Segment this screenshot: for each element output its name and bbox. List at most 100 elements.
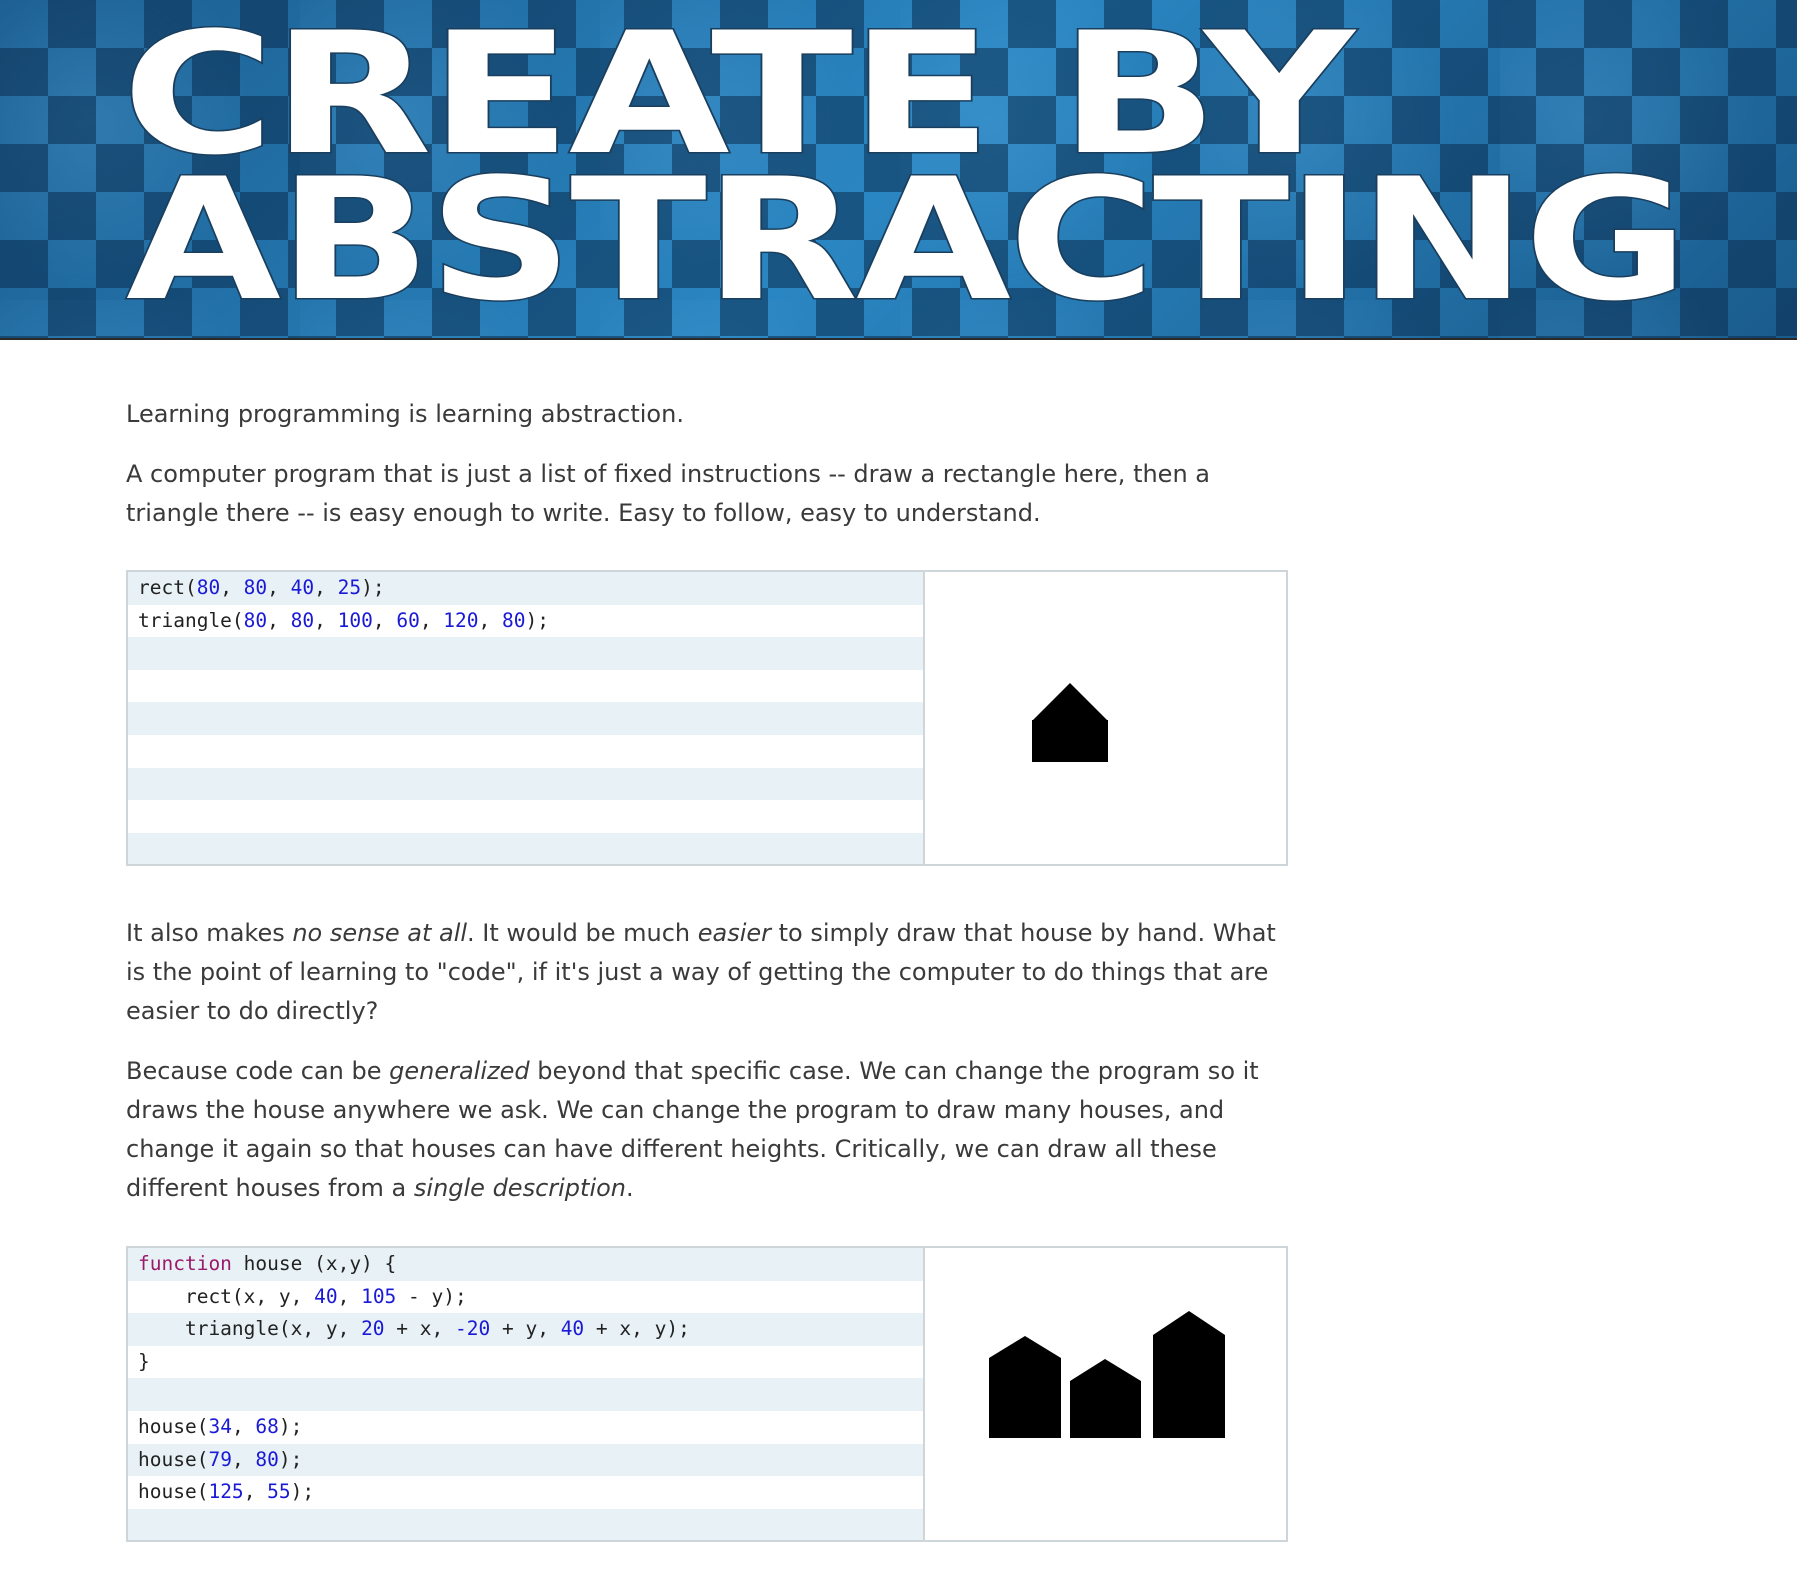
code-editor-2[interactable]: function house (x,y) { rect(x, y, 40, 10… [128, 1248, 925, 1540]
code-token: rect( [138, 576, 197, 599]
intro-section: Learning programming is learning abstrac… [126, 395, 1286, 533]
code-example-2: function house (x,y) { rect(x, y, 40, 10… [126, 1246, 1288, 1542]
intro-paragraph-1: Learning programming is learning abstrac… [126, 400, 684, 428]
code-line[interactable]: function house (x,y) { [128, 1248, 923, 1281]
code-token: ); [361, 576, 385, 599]
code-number-token: 34 [208, 1414, 232, 1438]
code-token: , [372, 608, 397, 632]
house-drawing-1 [1032, 683, 1108, 762]
code-token: house (x,y) { [231, 1252, 397, 1275]
code-line[interactable] [128, 669, 923, 703]
code-token: , [231, 1414, 256, 1438]
code-token: + y, [490, 1317, 561, 1341]
code-number-token: 80 [243, 576, 268, 599]
code-line[interactable] [128, 767, 923, 801]
code-token: rect(x, y, [138, 1284, 315, 1308]
code-token: , [220, 576, 244, 599]
code-line[interactable]: house(34, 68); [128, 1410, 923, 1444]
code-number-token: 79 [208, 1447, 232, 1471]
code-line[interactable] [128, 1508, 923, 1540]
code-token: , [267, 608, 291, 632]
code-number-token: 68 [255, 1414, 279, 1438]
code-number-token: 80 [290, 608, 315, 632]
code-number-token: 40 [314, 1284, 338, 1308]
code-token: triangle( [138, 608, 244, 632]
paragraph-text: It also makes [126, 919, 293, 947]
code-number-token: 60 [396, 608, 420, 632]
code-token: ); [278, 1414, 303, 1438]
paragraph-text: . It would be much [467, 919, 698, 947]
code-token: house( [138, 1414, 209, 1438]
code-token: , [419, 608, 444, 632]
banner-title-line2: ABSTRACTING [126, 142, 1686, 338]
code-number-token: 100 [337, 608, 373, 632]
code-token: + x, [384, 1317, 455, 1341]
code-line[interactable] [128, 702, 923, 735]
code-token: , [314, 576, 338, 599]
code-number-token: -20 [455, 1317, 491, 1341]
code-line[interactable] [128, 1378, 923, 1411]
emphasis-text: single description [413, 1174, 627, 1202]
house-roof [1032, 683, 1108, 721]
banner: CREATE BY ABSTRACTING [0, 0, 1797, 340]
middle-paragraph-2: Because code can be generalized beyond t… [126, 1052, 1286, 1208]
code-number-token: 80 [243, 608, 268, 632]
code-number-token: 80 [502, 608, 526, 632]
code-token: house( [138, 1447, 209, 1471]
code-token: triangle(x, y, [138, 1317, 362, 1341]
code-token: ); [290, 1480, 315, 1504]
banner-art: CREATE BY ABSTRACTING [121, 0, 1690, 338]
code-line[interactable]: house(79, 80); [128, 1443, 923, 1477]
code-line[interactable]: rect(x, y, 40, 105 - y); [128, 1280, 923, 1314]
code-number-token: 125 [208, 1480, 244, 1504]
house-3 [1153, 1311, 1225, 1438]
intro-paragraph-2: A computer program that is just a list o… [126, 460, 1210, 527]
code-token: - y); [396, 1284, 467, 1308]
code-keyword-token: function [138, 1252, 232, 1275]
emphasis-text: easier [697, 919, 772, 947]
emphasis-text: no sense at all [292, 919, 468, 947]
code-token: } [138, 1349, 150, 1373]
code-number-token: 40 [560, 1317, 585, 1341]
code-token: , [243, 1480, 268, 1504]
house-2 [1070, 1359, 1141, 1438]
code-token: , [267, 576, 291, 599]
code-number-token: 105 [361, 1284, 397, 1308]
middle-paragraph-1: It also makes no sense at all. It would … [126, 914, 1286, 1031]
code-line[interactable]: } [128, 1345, 923, 1379]
houses-drawing-2 [989, 1311, 1225, 1438]
code-number-token: 20 [361, 1317, 385, 1341]
code-token: + x, y); [584, 1317, 690, 1341]
code-number-token: 55 [267, 1480, 291, 1504]
code-number-token: 80 [255, 1447, 279, 1471]
code-line[interactable]: triangle(80, 80, 100, 60, 120, 80); [128, 604, 923, 638]
paragraph-text: Because code can be [126, 1057, 390, 1085]
code-line[interactable]: triangle(x, y, 20 + x, -20 + y, 40 + x, … [128, 1313, 923, 1346]
code-number-token: 40 [290, 576, 315, 599]
code-example-1: rect(80, 80, 40, 25); triangle(80, 80, 10… [126, 570, 1288, 866]
code-line[interactable] [128, 734, 923, 768]
emphasis-text: generalized [389, 1057, 530, 1085]
code-line[interactable]: rect(80, 80, 40, 25); [128, 572, 923, 605]
house-1 [989, 1336, 1061, 1438]
middle-section: It also makes no sense at all. It would … [126, 914, 1286, 1208]
code-token: ); [525, 608, 549, 632]
output-canvas-2 [925, 1248, 1286, 1540]
house-body [1032, 720, 1108, 762]
output-canvas-1 [925, 572, 1286, 864]
code-number-token: 25 [337, 576, 362, 599]
code-token: , [314, 608, 338, 632]
code-token: house( [138, 1480, 209, 1504]
code-token: , [478, 608, 503, 632]
code-line[interactable] [128, 832, 923, 864]
paragraph-text: . [626, 1174, 634, 1202]
code-line[interactable]: house(125, 55); [128, 1476, 923, 1509]
code-token: ); [278, 1447, 303, 1471]
code-editor-1[interactable]: rect(80, 80, 40, 25); triangle(80, 80, 10… [128, 572, 925, 864]
code-token: , [337, 1284, 362, 1308]
code-number-token: 80 [196, 576, 221, 599]
code-line[interactable] [128, 800, 923, 833]
code-line[interactable] [128, 637, 923, 670]
code-number-token: 120 [443, 608, 479, 632]
code-token: , [231, 1447, 256, 1471]
